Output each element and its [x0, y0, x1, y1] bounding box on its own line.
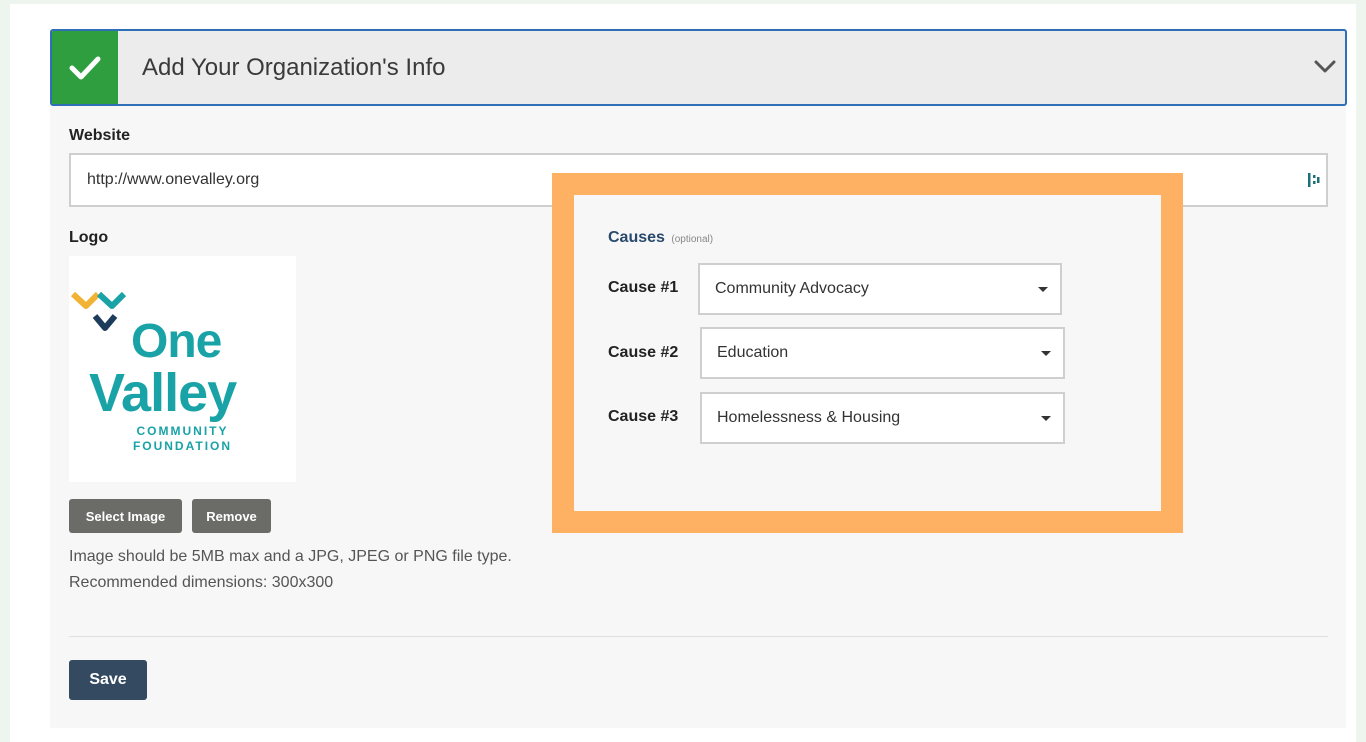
dropdown-caret-icon: [1041, 416, 1051, 421]
cause-3-value: Homelessness & Housing: [717, 409, 901, 426]
image-dimensions-text: Recommended dimensions: 300x300: [69, 574, 334, 591]
logo-label: Logo: [69, 229, 109, 246]
remove-image-button[interactable]: Remove: [192, 499, 271, 533]
select-image-button[interactable]: Select Image: [69, 499, 182, 533]
cause-2-label: Cause #2: [608, 344, 679, 361]
accordion-header[interactable]: Add Your Organization's Info: [50, 29, 1347, 106]
password-manager-icon[interactable]: [1307, 172, 1321, 188]
causes-heading: Causes (optional): [608, 229, 713, 247]
cause-3-label: Cause #3: [608, 408, 679, 425]
logo-word-community: COMMUNITY: [136, 424, 229, 438]
logo-word-one: One: [131, 315, 222, 368]
dropdown-caret-icon: [1038, 287, 1048, 292]
cause-1-select[interactable]: Community Advocacy: [698, 263, 1062, 315]
check-icon: [52, 31, 118, 104]
website-label: Website: [69, 127, 131, 144]
cause-2-select[interactable]: Education: [700, 327, 1065, 379]
cause-1-label: Cause #1: [608, 279, 679, 296]
image-help-text: Image should be 5MB max and a JPG, JPEG …: [69, 548, 512, 565]
cause-3-select[interactable]: Homelessness & Housing: [700, 392, 1065, 444]
causes-optional-note: (optional): [671, 234, 714, 245]
chevron-down-icon[interactable]: [1311, 53, 1339, 81]
logo-word-valley: Valley: [89, 363, 237, 423]
organization-logo: One Valley COMMUNITY FOUNDATION: [69, 256, 296, 482]
save-button[interactable]: Save: [69, 660, 147, 700]
accordion-title: Add Your Organization's Info: [142, 53, 446, 81]
dropdown-caret-icon: [1041, 351, 1051, 356]
cause-2-value: Education: [717, 344, 789, 361]
cause-1-value: Community Advocacy: [715, 280, 869, 297]
logo-word-foundation: FOUNDATION: [132, 439, 233, 453]
causes-title: Causes: [608, 229, 665, 246]
divider: [69, 636, 1328, 637]
